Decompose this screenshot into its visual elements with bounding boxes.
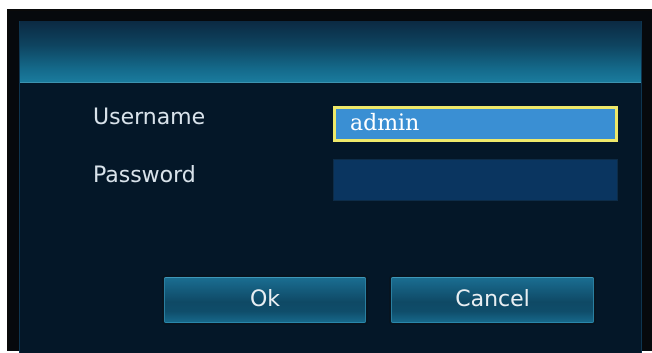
title-bar [20, 21, 641, 83]
cancel-button[interactable]: Cancel [389, 275, 596, 325]
password-field[interactable] [333, 159, 618, 201]
username-label: Username [93, 105, 206, 130]
password-label: Password [93, 163, 196, 188]
login-dialog: Username admin Password Ok Cancel [7, 9, 652, 353]
ok-button[interactable]: Ok [162, 275, 368, 325]
username-field[interactable]: admin [333, 106, 618, 142]
login-panel: Username admin Password Ok Cancel [19, 21, 642, 353]
